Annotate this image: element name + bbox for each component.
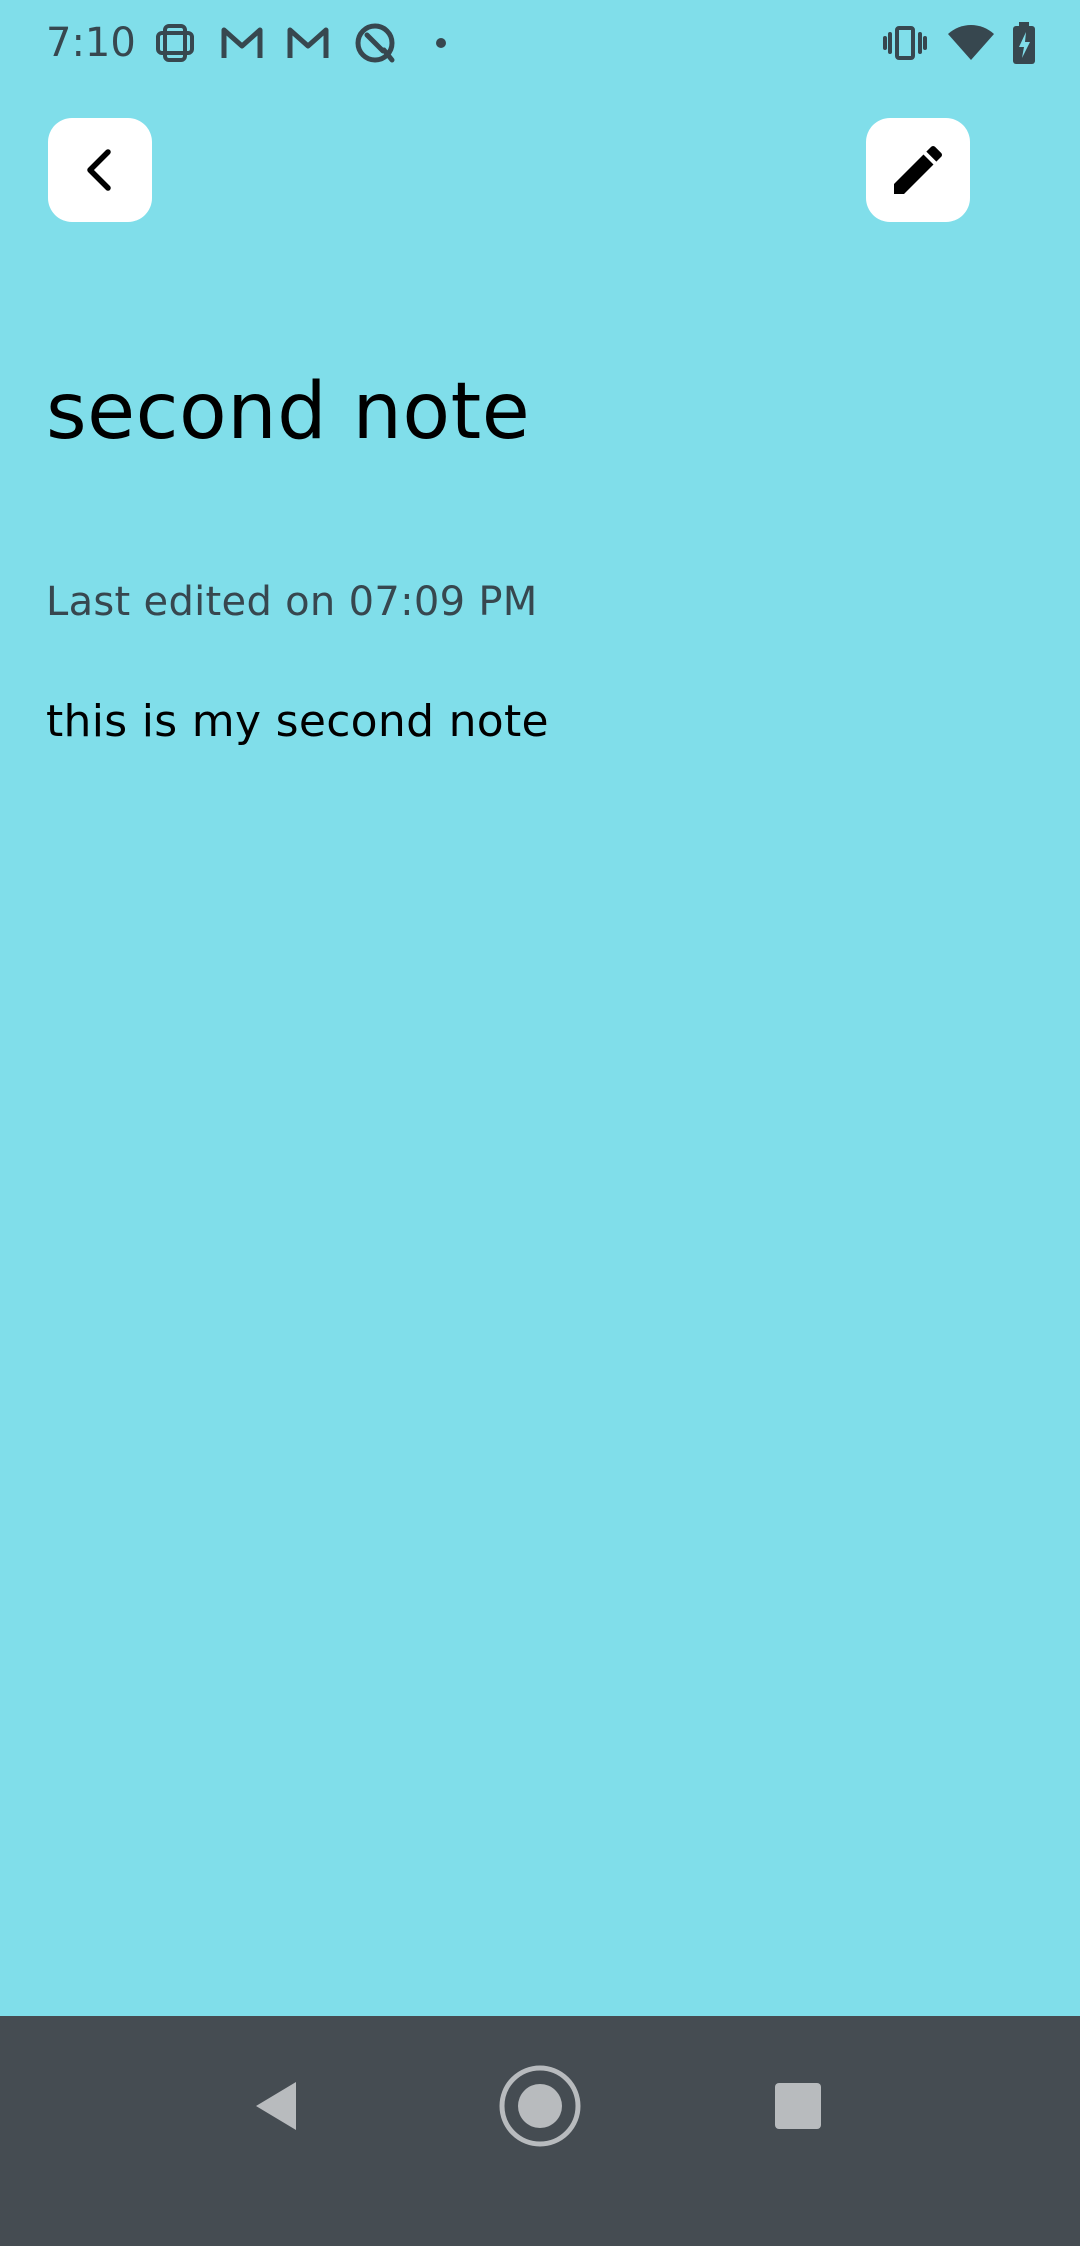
status-bar: 7:10 — [0, 0, 1080, 86]
triangle-back-icon — [256, 2082, 296, 2130]
vibrate-icon — [883, 26, 927, 60]
note-body: this is my second note — [46, 696, 549, 747]
nav-back-button[interactable] — [226, 2056, 326, 2156]
chevron-left-icon — [87, 149, 111, 191]
dot-icon — [436, 38, 446, 48]
system-navigation-bar — [0, 2016, 1080, 2246]
nav-home-button[interactable] — [490, 2056, 590, 2156]
last-edited-text: Last edited on 07:09 PM — [46, 579, 538, 625]
wifi-icon — [948, 25, 994, 60]
square-recents-icon — [775, 2083, 821, 2129]
screen-background — [0, 0, 1080, 2016]
battery-charging-icon — [1013, 22, 1035, 64]
status-time: 7:10 — [46, 20, 136, 66]
grid-notification-icon — [156, 24, 194, 62]
gmail-icon — [287, 27, 329, 58]
note-title: second note — [46, 367, 531, 457]
data-saver-icon — [355, 23, 395, 63]
gmail-icon — [221, 27, 263, 58]
nav-recents-button[interactable] — [748, 2056, 848, 2156]
edit-button[interactable] — [866, 118, 970, 222]
circle-home-icon — [499, 2065, 581, 2147]
back-button[interactable] — [48, 118, 152, 222]
pencil-icon — [894, 145, 943, 194]
note-detail-screen: 7:10 second note Last edited on 07:09 PM… — [0, 0, 1080, 2246]
